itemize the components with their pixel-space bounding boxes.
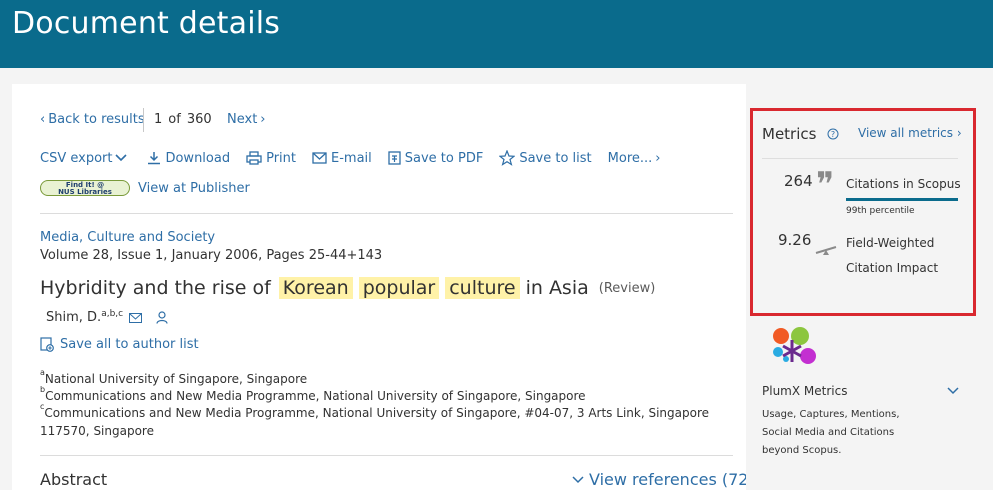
envelope-icon xyxy=(312,152,327,164)
title-highlight: Korean xyxy=(278,277,353,299)
download-label: Download xyxy=(165,150,231,166)
divider xyxy=(40,455,733,456)
plumx-desc-line: Social Media and Citations xyxy=(762,427,895,438)
affiliation-sup: c xyxy=(40,402,45,411)
total-count: 360 xyxy=(186,112,212,127)
chevron-left-icon: ‹ xyxy=(40,112,46,127)
csv-export-label: CSV export xyxy=(40,150,113,166)
person-icon[interactable] xyxy=(156,311,168,324)
envelope-icon[interactable] xyxy=(129,312,143,323)
affiliation-text: National University of Singapore, Singap… xyxy=(44,372,308,386)
publisher-row: Find It! @ NUS Libraries View at Publish… xyxy=(40,180,250,196)
journal-link[interactable]: Media, Culture and Society xyxy=(40,230,215,245)
chevron-right-icon: › xyxy=(260,112,266,127)
csv-export-button[interactable]: CSV export xyxy=(40,151,131,166)
current-index: 1 xyxy=(154,112,163,127)
view-references-link[interactable]: View references (72) xyxy=(572,470,755,489)
result-counter: 1 of 360 xyxy=(154,112,218,127)
volume-info: Volume 28, Issue 1, January 2006, Pages … xyxy=(40,248,383,263)
view-at-publisher-link[interactable]: View at Publisher xyxy=(138,181,250,196)
author-affiliation-sup: a,b,c xyxy=(101,308,124,319)
affiliation: aNational University of Singapore, Singa… xyxy=(40,368,308,386)
chevron-down-icon[interactable] xyxy=(947,387,959,395)
affiliation: 117570, Singapore xyxy=(40,424,154,438)
title-text: Hybridity and the rise of xyxy=(40,277,271,299)
plumx-logo-icon xyxy=(773,327,816,364)
next-label: Next xyxy=(227,112,258,127)
star-icon xyxy=(499,150,516,166)
affiliation-text: Communications and New Media Programme, … xyxy=(44,406,709,420)
printer-icon xyxy=(246,151,262,165)
document-type: (Review) xyxy=(598,280,656,296)
save-to-list-button[interactable]: Save to list xyxy=(499,150,592,166)
save-all-authors-label: Save all to author list xyxy=(60,337,199,352)
find-it-nus-button[interactable]: Find It! @ NUS Libraries xyxy=(40,180,130,196)
plumx-description: Usage, Captures, Mentions, Social Media … xyxy=(762,406,942,460)
more-label: More... xyxy=(607,150,653,166)
email-label: E-mail xyxy=(331,150,372,166)
more-button[interactable]: More... › xyxy=(608,151,661,166)
affiliation: cCommunications and New Media Programme,… xyxy=(40,402,709,420)
email-button[interactable]: E-mail xyxy=(312,151,372,166)
save-pdf-label: Save to PDF xyxy=(404,150,484,166)
divider xyxy=(40,213,733,214)
nav-separator xyxy=(143,108,144,132)
back-to-results-link[interactable]: ‹ Back to results xyxy=(40,112,145,127)
download-button[interactable]: Download xyxy=(147,151,230,166)
print-label: Print xyxy=(266,150,296,166)
metrics-highlight-box xyxy=(750,108,976,316)
affiliation-sup: a xyxy=(40,368,45,377)
chevron-down-icon xyxy=(115,154,128,162)
pdf-icon xyxy=(388,151,401,165)
download-icon xyxy=(148,152,161,165)
of-label: of xyxy=(168,112,181,127)
plumx-desc-line: beyond Scopus. xyxy=(762,445,842,456)
plumx-desc-line: Usage, Captures, Mentions, xyxy=(762,409,900,420)
title-highlight: culture xyxy=(445,277,520,299)
toolbar: CSV export Download Print E-mail Save to… xyxy=(40,150,676,166)
author-name[interactable]: Shim, D. xyxy=(46,310,101,325)
affiliation: bCommunications and New Media Programme,… xyxy=(40,385,586,403)
findit-line2: NUS Libraries xyxy=(58,187,112,196)
save-list-label: Save to list xyxy=(519,150,592,166)
back-label: Back to results xyxy=(48,112,145,127)
print-button[interactable]: Print xyxy=(246,151,296,166)
author-row: Shim, D. a,b,c xyxy=(46,308,168,325)
next-link[interactable]: Next › xyxy=(227,112,266,127)
affiliation-text: Communications and New Media Programme, … xyxy=(45,389,586,403)
view-references-label: View references (72) xyxy=(589,470,755,489)
add-to-list-icon xyxy=(40,337,54,352)
document-title: Hybridity and the rise of Korean popular… xyxy=(40,277,655,299)
plumx-metrics-title[interactable]: PlumX Metrics xyxy=(762,384,847,398)
title-text: in Asia xyxy=(525,277,589,299)
main-panel: ‹ Back to results 1 of 360 Next › CSV ex… xyxy=(12,84,755,490)
page-title: Document details xyxy=(12,6,281,41)
affiliation-text: 117570, Singapore xyxy=(40,424,154,438)
abstract-heading: Abstract xyxy=(40,470,108,489)
save-all-to-author-list-link[interactable]: Save all to author list xyxy=(40,337,199,352)
affiliation-sup: b xyxy=(40,385,46,394)
save-to-pdf-button[interactable]: Save to PDF xyxy=(388,150,484,166)
chevron-right-icon: › xyxy=(655,150,661,166)
chevron-down-icon xyxy=(572,475,584,483)
page-header: Document details xyxy=(0,0,993,68)
title-highlight: popular xyxy=(358,277,440,299)
